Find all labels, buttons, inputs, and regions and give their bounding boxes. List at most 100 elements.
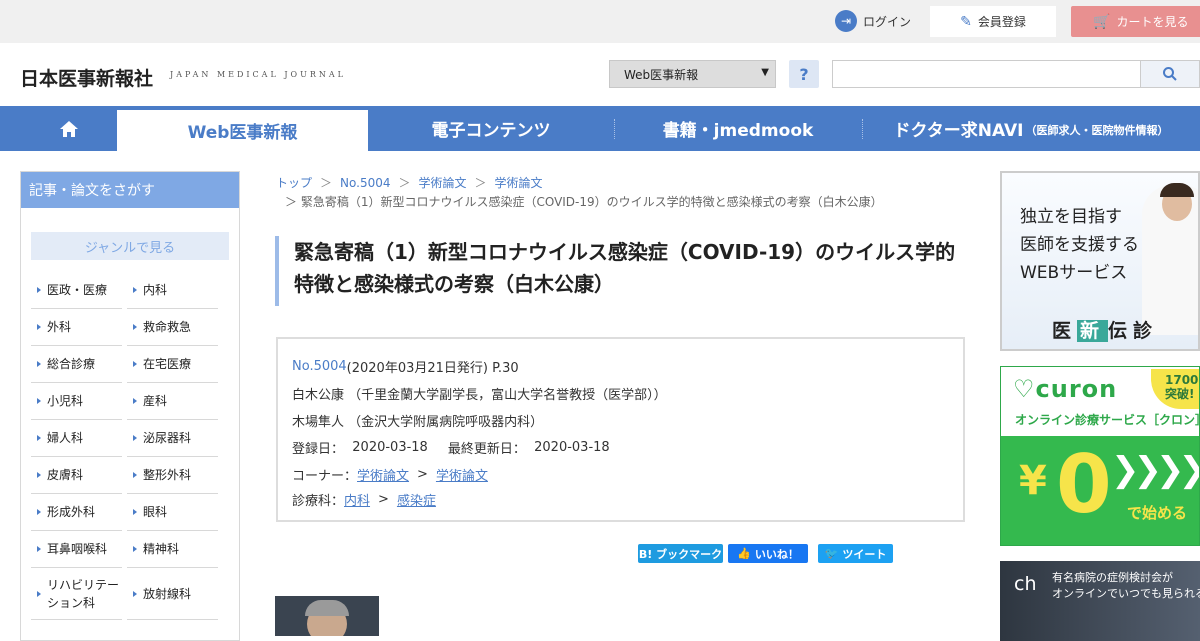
doctor-illustration <box>1142 183 1198 335</box>
breadcrumb-top[interactable]: トップ <box>276 176 312 190</box>
updated-date: 2020-03-18 <box>534 440 610 455</box>
author-photo <box>275 596 379 636</box>
sidebar-category[interactable]: 外科 <box>31 309 122 346</box>
ch-logo: ch <box>1014 573 1037 595</box>
breadcrumb-separator: ＞ <box>320 176 333 190</box>
author-1: 白木公康 （千里金蘭大学副学長，富山大学名誉教授（医学部）） <box>292 388 667 403</box>
nav-books[interactable]: 書籍・jmedmook <box>614 106 862 151</box>
search-button[interactable] <box>1141 60 1200 88</box>
ad-banner-case-channel[interactable]: ch 有名病院の症例検討会が オンラインでいつでも見られる <box>1000 561 1200 641</box>
curon-subtitle: オンライン診療サービス［クロン］ <box>1015 413 1200 427</box>
nav-home[interactable] <box>20 106 117 151</box>
breadcrumb-issue[interactable]: No.5004 <box>340 176 390 190</box>
sidebar-category[interactable]: 内科 <box>127 272 218 309</box>
sidebar-category[interactable]: 婦人科 <box>31 420 122 457</box>
sidebar-category[interactable]: 在宅医療 <box>127 346 218 383</box>
facebook-like-button[interactable]: 👍 いいね！ <box>728 544 808 563</box>
twitter-icon: 🐦 <box>824 547 839 560</box>
cart-icon: 🛒 <box>1093 13 1111 30</box>
issue-meta: (2020年03月21日発行) P.30 <box>346 361 519 376</box>
sidebar-category[interactable]: 産科 <box>127 383 218 420</box>
search-icon <box>1163 67 1177 81</box>
curon-badge: 1700 突破! <box>1151 369 1199 409</box>
like-label: いいね！ <box>754 547 799 561</box>
ad1-brand: 医新伝診 <box>1052 316 1158 343</box>
ad-banner-curon[interactable]: ♡curon 1700 突破! オンライン診療サービス［クロン］ ¥ 0 ❯❯❯… <box>1000 366 1200 546</box>
site-logo[interactable]: 日本医事新報社 <box>20 64 153 91</box>
curon-logo-text: curon <box>1035 375 1118 403</box>
author-2: 木場隼人 （金沢大学附属病院呼吸器内科） <box>292 415 544 430</box>
ad3-line-2: オンラインでいつでも見られる <box>1052 587 1200 600</box>
ad1-line-3: WEBサービス <box>1020 263 1128 283</box>
dept-label: 診療科： <box>292 493 345 509</box>
dept-separator: > <box>378 491 389 507</box>
thumbs-up-icon: 👍 <box>737 547 751 560</box>
register-button[interactable]: ✎ 会員登録 <box>930 6 1056 37</box>
nav-doctor-label: ドクター求NAVI <box>893 121 1024 141</box>
tweet-button[interactable]: 🐦 ツイート <box>818 544 893 563</box>
sidebar-category[interactable]: リハビリテーション科 <box>31 568 122 620</box>
corner-separator: > <box>417 467 428 482</box>
nav-web-label: Web医事新報 <box>187 123 298 143</box>
nav-econtents[interactable]: 電子コンテンツ <box>368 106 614 151</box>
article-title-block: 緊急寄稿（1）新型コロナウイルス感染症（COVID-19）のウイルス学的特徴と感… <box>275 236 965 306</box>
chevrons-icon: ❯❯❯❯ <box>1111 450 1200 490</box>
breadcrumb: トップ ＞ No.5004 ＞ 学術論文 ＞ 学術論文 <box>276 174 543 191</box>
cart-label: カートを見る <box>1116 15 1189 29</box>
sidebar-category[interactable]: 形成外科 <box>31 494 122 531</box>
issue-link[interactable]: No.5004 <box>292 359 347 374</box>
nav-doctor[interactable]: ドクター求NAVI （医師求人・医院物件情報） <box>862 106 1200 151</box>
breadcrumb-subcategory[interactable]: 学術論文 <box>495 176 543 190</box>
ad-banner-ishin[interactable]: 独立を目指す 医師を支援する WEBサービス 医新伝診 <box>1000 171 1200 351</box>
heart-icon: ♡ <box>1013 375 1036 403</box>
corner-link-1[interactable]: 学術論文 <box>357 465 409 484</box>
sidebar-category[interactable]: 眼科 <box>127 494 218 531</box>
help-button[interactable]: ? <box>789 60 819 88</box>
search-input[interactable] <box>832 60 1141 88</box>
sidebar-category[interactable]: 泌尿器科 <box>127 420 218 457</box>
sidebar-category[interactable]: 耳鼻咽喉科 <box>31 531 122 568</box>
breadcrumb-current: ＞ 緊急寄稿（1）新型コロナウイルス感染症（COVID-19）のウイルス学的特徴… <box>285 195 883 209</box>
cart-button[interactable]: 🛒 カートを見る <box>1071 6 1200 37</box>
registered-label: 登録日： <box>292 442 345 457</box>
sidebar-category[interactable]: 放射線科 <box>127 568 218 620</box>
register-label: 会員登録 <box>977 15 1026 29</box>
sidebar-category[interactable]: 皮膚科 <box>31 457 122 494</box>
login-icon: ⇥ <box>835 10 857 32</box>
dept-link-2[interactable]: 感染症 <box>397 490 436 509</box>
ad1-brand-a: 医 <box>1052 320 1078 342</box>
home-icon <box>59 120 78 137</box>
sidebar-title: 記事・論文をさがす <box>21 172 239 208</box>
curon-yen: ¥ <box>1019 458 1047 504</box>
breadcrumb-separator: ＞ <box>474 176 487 190</box>
genre-heading[interactable]: ジャンルで見る <box>31 232 229 260</box>
ad1-brand-b: 新 <box>1077 320 1109 342</box>
nav-web-ijishinpo[interactable]: Web医事新報 <box>117 110 368 151</box>
ad1-brand-c: 伝診 <box>1108 320 1159 342</box>
updated-label: 最終更新日： <box>447 442 526 457</box>
main-nav: Web医事新報 電子コンテンツ 書籍・jmedmook ドクター求NAVI （医師… <box>0 106 1200 151</box>
search-scope-select[interactable]: Web医事新報 ▼ <box>609 60 776 88</box>
ad1-text: 独立を目指す 医師を支援する WEBサービス <box>1020 203 1139 287</box>
dept-link-1[interactable]: 内科 <box>344 490 370 509</box>
ad3-line-1: 有名病院の症例検討会が <box>1052 571 1173 584</box>
corner-link-2[interactable]: 学術論文 <box>436 465 488 484</box>
hatena-bookmark-button[interactable]: B! ブックマーク <box>638 544 723 563</box>
curon-start: で始める <box>1127 504 1188 522</box>
login-link[interactable]: ⇥ ログイン <box>835 9 911 33</box>
curon-promo: ¥ 0 ❯❯❯❯ で始める <box>1001 436 1200 545</box>
sidebar-category[interactable]: 小児科 <box>31 383 122 420</box>
doctor-illustration-hair <box>1160 183 1194 197</box>
ad3-text: 有名病院の症例検討会が オンラインでいつでも見られる <box>1052 570 1200 602</box>
sidebar-category[interactable]: 救命救急 <box>127 309 218 346</box>
sidebar-category[interactable]: 総合診療 <box>31 346 122 383</box>
breadcrumb-category[interactable]: 学術論文 <box>419 176 467 190</box>
sidebar-category[interactable]: 精神科 <box>127 531 218 568</box>
author-photo-hair <box>305 600 349 616</box>
corner-label: コーナー： <box>292 469 358 484</box>
sidebar-category[interactable]: 医政・医療 <box>31 272 122 309</box>
ad1-line-1: 独立を目指す <box>1020 207 1122 227</box>
sidebar-category[interactable]: 整形外科 <box>127 457 218 494</box>
curon-zero: 0 <box>1056 438 1112 531</box>
breadcrumb-separator: ＞ <box>398 176 411 190</box>
